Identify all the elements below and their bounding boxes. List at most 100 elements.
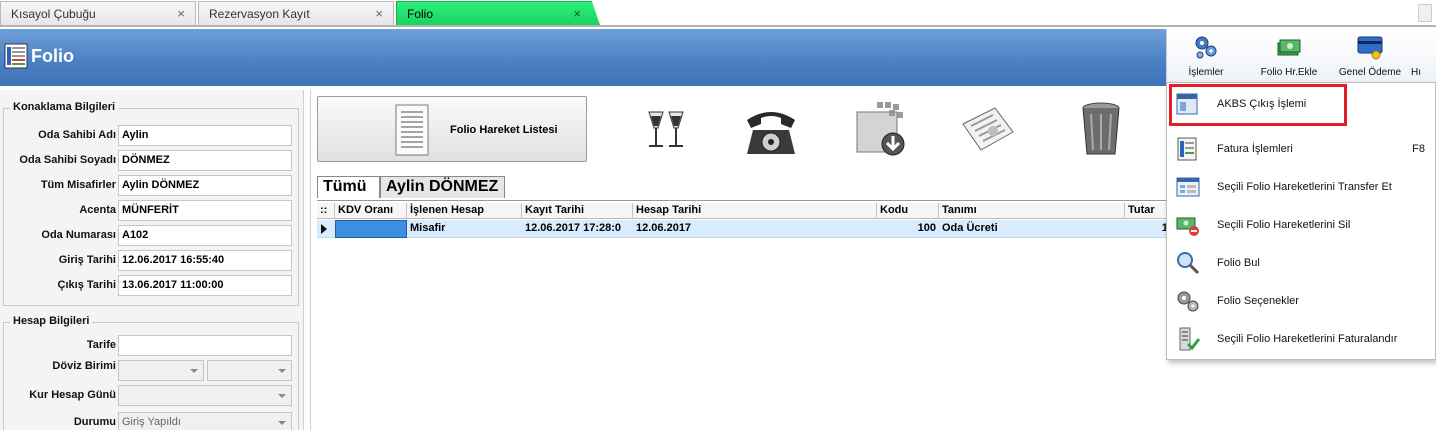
cell-kayit-tarihi[interactable]: 12.06.2017 17:28:0 — [522, 220, 633, 238]
menu-item-shortcut: F8 — [1412, 143, 1425, 155]
menu-item-faturalandir[interactable]: Seçili Folio Hareketlerini Faturalandır — [1167, 320, 1435, 358]
cell-tanimi[interactable]: Oda Ücreti — [939, 220, 1125, 238]
tab-bar: Kısayol Çubuğu × Rezervasyon Kayıt × Fol… — [0, 0, 1436, 27]
tab-close-icon[interactable]: × — [375, 6, 383, 21]
trash-icon[interactable] — [1071, 98, 1131, 160]
column-header[interactable]: Hesap Tarihi — [633, 203, 877, 219]
cell-kodu[interactable]: 100 — [877, 220, 939, 238]
folio-grid: :: KDV Oranı İşlenen Hesap Kayıt Tarihi … — [317, 200, 1177, 430]
hesap-bilgileri-group: Hesap Bilgileri Tarife Döviz Birimi Kur … — [3, 315, 300, 430]
field-oda-sahibi-soyadi: Oda Sahibi Soyadı DÖNMEZ — [4, 150, 300, 172]
tum-misafirler-field[interactable]: Aylin DÖNMEZ — [118, 175, 292, 196]
tab-rezervasyon-kayit[interactable]: Rezervasyon Kayıt × — [198, 1, 394, 25]
list-document-icon — [395, 104, 429, 156]
toolbar-label: Genel Ödeme — [1338, 67, 1402, 78]
durumu-select[interactable]: Giriş Yapıldı — [118, 412, 292, 430]
menu-item-label: Fatura İşlemleri — [1217, 143, 1293, 155]
folio-hr-ekle-button[interactable]: Folio Hr.Ekle — [1247, 29, 1331, 83]
field-kur-hesap-gunu: Kur Hesap Günü — [4, 385, 300, 407]
islemler-button[interactable]: İşlemler — [1171, 29, 1241, 83]
cell-hesap-tarihi[interactable]: 12.06.2017 — [633, 220, 877, 238]
tab-close-icon[interactable]: × — [573, 6, 581, 21]
gears-icon — [1195, 36, 1217, 59]
oda-sahibi-adi-field[interactable]: Aylin — [118, 125, 292, 146]
menu-item-sil[interactable]: Seçili Folio Hareketlerini Sil — [1167, 206, 1435, 244]
bill-check-icon — [1179, 327, 1201, 351]
konaklama-bilgileri-group: Konaklama Bilgileri Oda Sahibi Adı Aylin… — [3, 101, 300, 306]
column-header[interactable]: Kayıt Tarihi — [522, 203, 633, 219]
field-label: Durumu — [73, 416, 116, 428]
field-label: Tarife — [86, 339, 116, 351]
page-title: Folio — [31, 46, 74, 66]
table-row[interactable]: Misafir 12.06.2017 17:28:0 12.06.2017 10… — [317, 220, 1177, 238]
cikis-tarihi-field[interactable]: 13.06.2017 11:00:00 — [118, 275, 292, 296]
chevron-down-icon — [190, 369, 198, 373]
field-cikis-tarihi: Çıkış Tarihi 13.06.2017 11:00:00 — [4, 275, 300, 297]
grid-handle-icon[interactable]: :: — [317, 203, 335, 219]
tab-folio[interactable]: Folio × — [396, 1, 600, 25]
menu-item-label: Seçili Folio Hareketlerini Faturalandır — [1217, 333, 1398, 345]
magnifier-icon — [1177, 252, 1200, 275]
kur-hesap-gunu-select[interactable] — [118, 385, 292, 406]
grid-header: :: KDV Oranı İşlenen Hesap Kayıt Tarihi … — [317, 203, 1177, 219]
group-legend: Konaklama Bilgileri — [10, 101, 119, 113]
column-header[interactable]: Tanımı — [939, 203, 1125, 219]
menu-item-fatura-islemleri[interactable]: Fatura İşlemleri F8 — [1167, 130, 1435, 168]
genel-odeme-button[interactable]: Genel Ödeme — [1333, 29, 1407, 83]
chevron-down-icon — [278, 369, 286, 373]
menu-item-label: Folio Seçenekler — [1217, 295, 1299, 307]
newspaper-icon[interactable] — [957, 98, 1017, 160]
menu-item-transfer[interactable]: Seçili Folio Hareketlerini Transfer Et — [1167, 168, 1435, 206]
credit-card-icon — [1357, 36, 1383, 60]
field-label: Tüm Misafirler — [40, 179, 116, 191]
download-image-icon[interactable] — [851, 98, 911, 160]
telephone-icon[interactable] — [741, 98, 801, 160]
field-label: Oda Numarası — [41, 229, 116, 241]
tab-close-icon[interactable]: × — [177, 6, 185, 21]
column-header[interactable]: Kodu — [877, 203, 939, 219]
menu-item-folio-bul[interactable]: Folio Bul — [1167, 244, 1435, 282]
field-acenta: Acenta MÜNFERİT — [4, 200, 300, 222]
field-label: Oda Sahibi Adı — [38, 129, 116, 141]
tab-tumu[interactable]: Tümü — [317, 176, 380, 198]
oda-numarasi-field[interactable]: A102 — [118, 225, 292, 246]
folio-icon — [4, 43, 28, 69]
menu-item-label: Folio Bul — [1217, 257, 1260, 269]
tab-scroll-button[interactable] — [1418, 4, 1432, 22]
oda-sahibi-soyadi-field[interactable]: DÖNMEZ — [118, 150, 292, 171]
toolbar-label: Hı — [1411, 67, 1421, 78]
glasses-icon[interactable] — [637, 98, 697, 160]
tab-kisayol-cubugu[interactable]: Kısayol Çubuğu × — [0, 1, 196, 25]
cell-kdv[interactable] — [335, 220, 407, 238]
tarife-field[interactable] — [118, 335, 292, 356]
field-tum-misafirler: Tüm Misafirler Aylin DÖNMEZ — [4, 175, 300, 197]
cell-hesap[interactable]: Misafir — [407, 220, 522, 238]
field-label: Oda Sahibi Soyadı — [19, 154, 116, 166]
tab-aylin-donmez[interactable]: Aylin DÖNMEZ — [380, 176, 505, 198]
folio-hareket-listesi-button[interactable]: Folio Hareket Listesi — [317, 96, 587, 162]
gears-icon — [1177, 291, 1199, 312]
hizli-button[interactable]: Hı — [1411, 29, 1436, 83]
tab-label: Kısayol Çubuğu — [11, 7, 96, 21]
tab-label: Rezervasyon Kayıt — [209, 7, 310, 21]
group-legend: Hesap Bilgileri — [10, 315, 93, 327]
chevron-down-icon — [278, 421, 286, 425]
field-durumu: Durumu Giriş Yapıldı — [4, 412, 300, 430]
field-oda-numarasi: Oda Numarası A102 — [4, 225, 300, 247]
column-header[interactable]: İşlenen Hesap — [407, 203, 522, 219]
highlight-box — [1169, 84, 1347, 126]
menu-item-folio-secenekler[interactable]: Folio Seçenekler — [1167, 282, 1435, 320]
left-panel: Konaklama Bilgileri Oda Sahibi Adı Aylin… — [0, 90, 304, 430]
toolbar-label: İşlemler — [1188, 67, 1224, 78]
giris-tarihi-field[interactable]: 12.06.2017 16:55:40 — [118, 250, 292, 271]
doviz-birimi-select[interactable] — [118, 360, 204, 381]
field-giris-tarihi: Giriş Tarihi 12.06.2017 16:55:40 — [4, 250, 300, 272]
column-header[interactable]: KDV Oranı — [335, 203, 407, 219]
chevron-down-icon — [278, 394, 286, 398]
doviz-birimi-select-2[interactable] — [207, 360, 292, 381]
transfer-icon — [1176, 177, 1200, 197]
toolbar-label: Folio Hr.Ekle — [1260, 67, 1318, 78]
tab-label: Folio — [407, 7, 434, 21]
acenta-field[interactable]: MÜNFERİT — [118, 200, 292, 221]
field-label: Kur Hesap Günü — [29, 389, 116, 401]
